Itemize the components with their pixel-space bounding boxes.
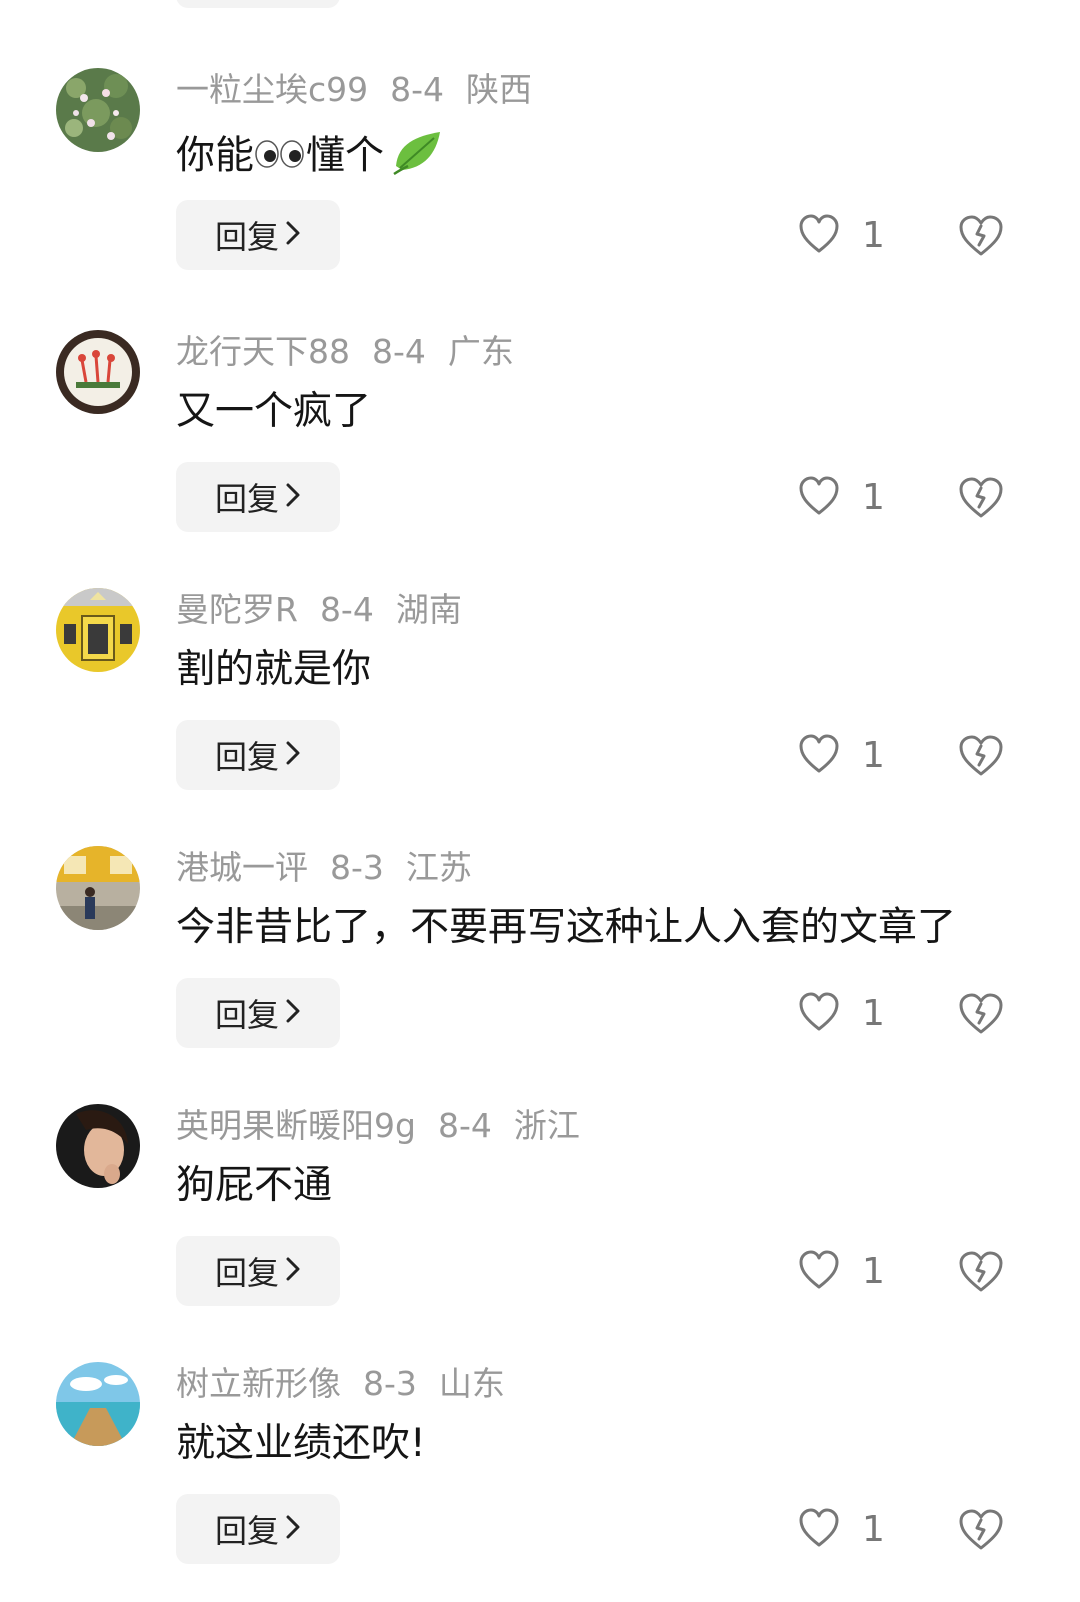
reply-button[interactable]: 回复 [176,720,340,790]
username[interactable]: 港城一评 [176,848,308,887]
eyes-emoji [254,134,306,182]
heart-icon [798,214,840,258]
comment-location: 山东 [438,1364,505,1403]
dislike-button[interactable] [958,734,1004,778]
comment-text: 就这业绩还吹! [176,1421,426,1466]
reply-label: 回复 [214,1254,279,1292]
comment-meta: 港城一评 8-3 江苏 [176,848,494,888]
like-count: 1 [862,993,885,1034]
broken-heart-icon [958,993,1004,1040]
dislike-button[interactable] [958,1250,1004,1294]
comment-meta: 树立新形像 8-3 山东 [176,1364,527,1404]
comment-text: 又一个疯了 [176,389,372,434]
avatar[interactable] [56,1104,140,1188]
heart-icon [798,476,840,520]
reply-label: 回复 [214,218,279,256]
comment-location: 广东 [447,332,514,371]
broken-heart-icon [958,735,1004,782]
chevron-right-icon [285,216,301,254]
like-count: 1 [862,735,885,776]
like-button[interactable]: 1 [798,1508,885,1552]
reply-button[interactable]: 回复 [176,1236,340,1306]
broken-heart-icon [958,1509,1004,1556]
comment-item: 港城一评 8-3 江苏 今非昔比了，不要再写这种让人入套的文章了 回复 1 [0,846,1080,1086]
heart-icon [798,992,840,1036]
dislike-button[interactable] [958,476,1004,520]
username[interactable]: 树立新形像 [176,1364,341,1403]
username[interactable]: 英明果断暖阳9g [176,1106,416,1145]
avatar[interactable] [56,846,140,930]
reply-label: 回复 [214,996,279,1034]
dislike-button[interactable] [958,1508,1004,1552]
chevron-right-icon [285,1252,301,1290]
dislike-button[interactable] [958,214,1004,258]
heart-icon [798,1508,840,1552]
broken-heart-icon [958,215,1004,262]
comment-date: 8-4 [390,70,445,109]
comment-date: 8-4 [319,590,374,629]
comment-text: 今非昔比了，不要再写这种让人入套的文章了 [176,905,957,950]
like-button[interactable]: 1 [798,992,885,1036]
avatar[interactable] [56,1362,140,1446]
like-count: 1 [862,1509,885,1550]
comment-location: 湖南 [395,590,462,629]
broken-heart-icon [958,477,1004,524]
like-button[interactable]: 1 [798,734,885,778]
comment-text: 狗屁不通 [176,1163,333,1208]
comment-date: 8-3 [363,1364,417,1403]
comment-item: 龙行天下88 8-4 广东 又一个疯了 回复 1 [0,330,1080,570]
username[interactable]: 一粒尘埃c99 [176,70,368,109]
heart-icon [798,1250,840,1294]
chevron-right-icon [285,736,301,774]
comment-location: 浙江 [513,1106,580,1145]
like-count: 1 [862,477,885,518]
comment-location: 江苏 [405,848,472,887]
reply-label: 回复 [214,738,279,776]
comment-date: 8-4 [372,332,426,371]
like-button[interactable]: 1 [798,476,885,520]
username[interactable]: 曼陀罗R [176,590,298,629]
avatar[interactable] [56,330,140,414]
heart-icon [798,734,840,778]
comment-text-part: 懂个 [306,133,385,179]
comment-item: 一粒尘埃c99 8-4 陕西 你能 懂个 回复 1 [0,68,1080,308]
comment-meta: 一粒尘埃c99 8-4 陕西 [176,70,554,110]
reply-button[interactable]: 回复 [176,462,340,532]
comment-item: 树立新形像 8-3 山东 就这业绩还吹! 回复 1 [0,1362,1080,1602]
like-count: 1 [862,215,885,256]
like-button[interactable]: 1 [798,1250,885,1294]
chevron-right-icon [285,478,301,516]
comment-location: 陕西 [466,70,533,109]
reply-label: 回复 [214,480,279,518]
reply-button[interactable]: 回复 [176,200,340,270]
comment-text: 你能 懂个 [176,126,446,179]
comment-meta: 龙行天下88 8-4 广东 [176,332,536,372]
avatar[interactable] [56,588,140,672]
reply-label: 回复 [214,1512,279,1550]
comment-date: 8-4 [437,1106,492,1145]
comment-date: 8-3 [330,848,384,887]
dislike-button[interactable] [958,992,1004,1036]
reply-button-partial[interactable] [176,0,340,8]
reply-button[interactable]: 回复 [176,1494,340,1564]
chevron-right-icon [285,994,301,1032]
reply-button[interactable]: 回复 [176,978,340,1048]
username[interactable]: 龙行天下88 [176,332,350,371]
chevron-right-icon [285,1510,301,1548]
comment-text-part: 你能 [176,133,255,179]
broken-heart-icon [958,1251,1004,1298]
comment-meta: 曼陀罗R 8-4 湖南 [176,590,484,630]
avatar[interactable] [56,68,140,152]
like-count: 1 [862,1251,885,1292]
comment-item: 英明果断暖阳9g 8-4 浙江 狗屁不通 回复 1 [0,1104,1080,1344]
comment-meta: 英明果断暖阳9g 8-4 浙江 [176,1106,602,1146]
like-button[interactable]: 1 [798,214,885,258]
comment-item: 曼陀罗R 8-4 湖南 割的就是你 回复 1 [0,588,1080,828]
leaf-emoji [390,126,446,190]
comment-text: 割的就是你 [176,647,372,692]
